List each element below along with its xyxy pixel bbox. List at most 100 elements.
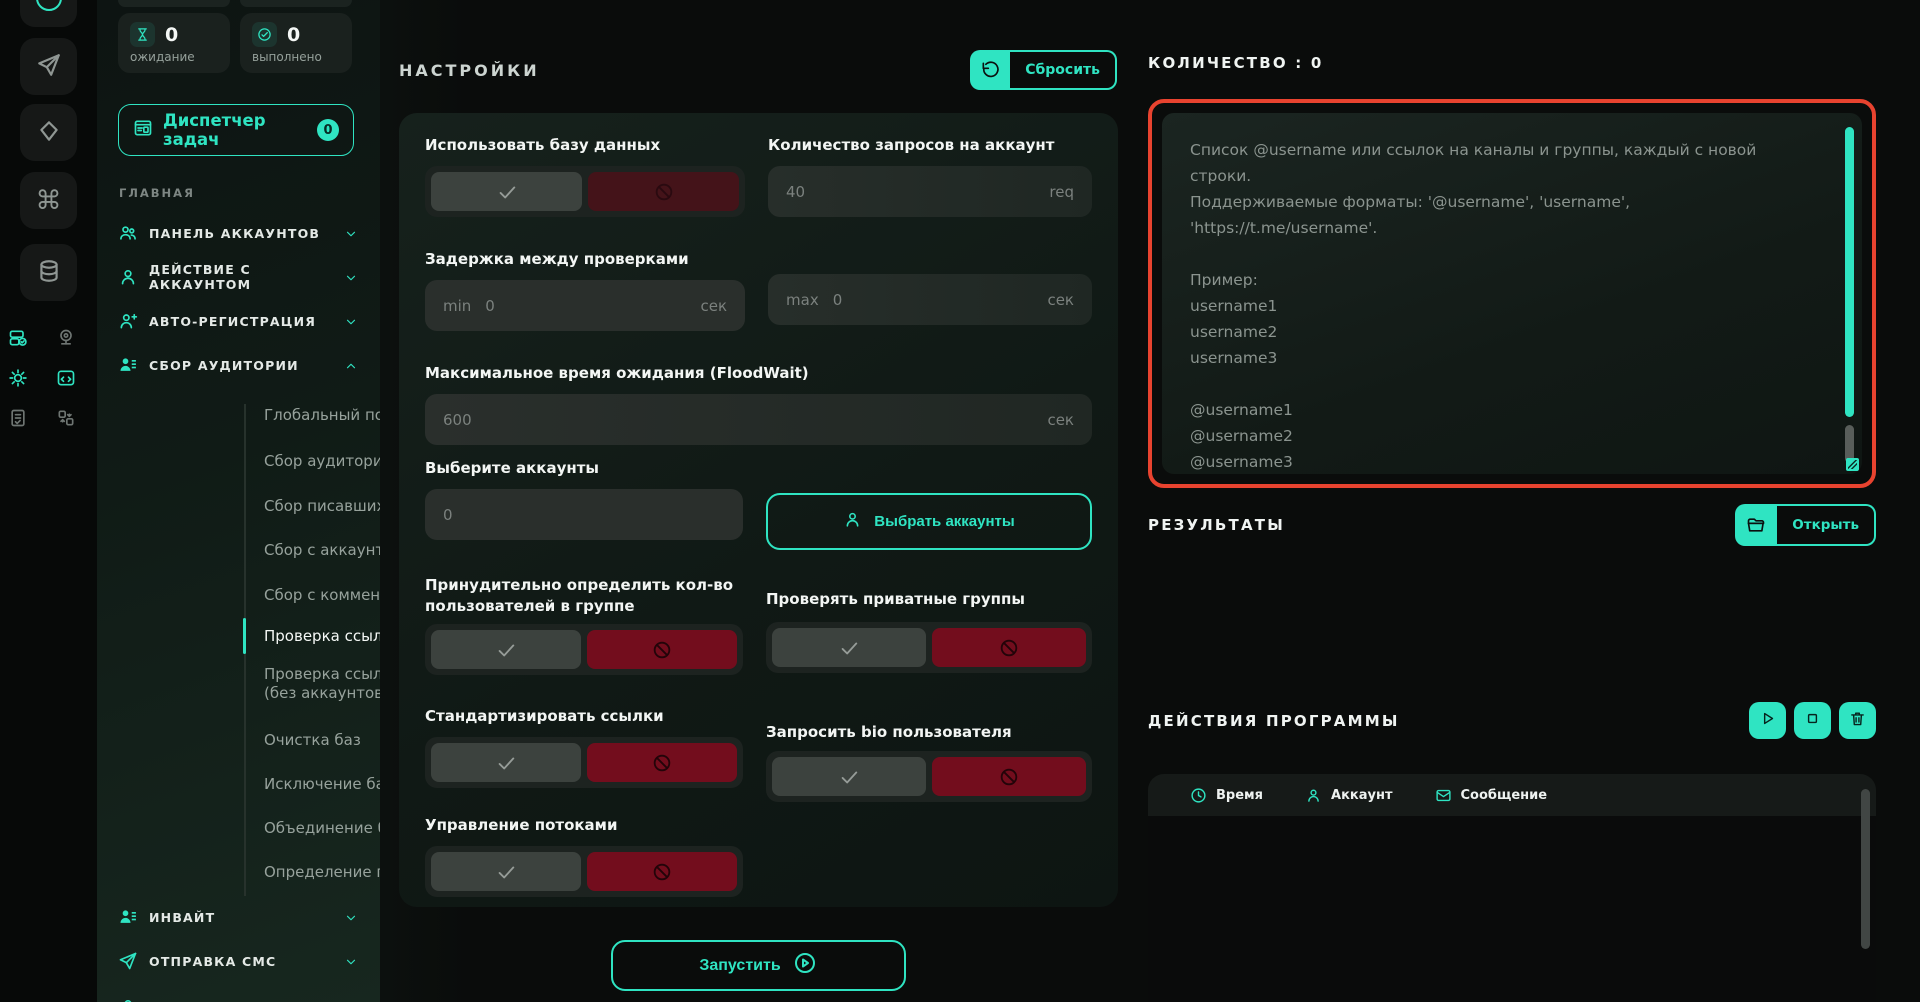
max-prefix: max <box>786 291 819 309</box>
server-check-icon[interactable] <box>8 328 28 348</box>
submenu-item-from-comments[interactable]: Сбор с комментариев <box>264 586 380 605</box>
database-button[interactable] <box>20 244 77 301</box>
task-manager-label: Диспетчер задач <box>163 111 307 149</box>
delay-max-value: 0 <box>833 291 843 309</box>
person-icon <box>1305 787 1322 804</box>
check-private-label: Проверять приватные группы <box>766 589 1092 610</box>
usernames-textarea[interactable]: Список @username или ссылок на каналы и … <box>1162 113 1862 474</box>
requests-label: Количество запросов на аккаунт <box>768 135 1092 156</box>
log-column-time: Время <box>1190 787 1263 804</box>
chevron-down-icon <box>344 226 358 240</box>
threads-toggle[interactable] <box>425 846 743 897</box>
resize-grip[interactable] <box>1846 458 1859 471</box>
delay-max-input[interactable]: max 0 сек <box>768 274 1092 325</box>
log-column-account: Аккаунт <box>1305 787 1392 804</box>
requests-value: 40 <box>786 183 805 201</box>
webcam-icon[interactable] <box>56 328 76 348</box>
open-results-button[interactable]: Открыть <box>1735 505 1876 545</box>
toggle-no-option[interactable] <box>587 630 737 669</box>
check-private-toggle[interactable] <box>766 622 1092 673</box>
log-header-row: Время Аккаунт Сообщение <box>1148 774 1876 816</box>
toggle-no-option[interactable] <box>587 852 737 891</box>
submenu-item-collect-audience[interactable]: Сбор аудитории <box>264 452 380 471</box>
cutoff-card <box>118 0 230 7</box>
sidebar-item-auto-registration[interactable]: АВТО-РЕГИСТРАЦИЯ <box>118 308 358 334</box>
send-button[interactable] <box>20 38 77 95</box>
submenu-item-exclude-bases[interactable]: Исключение баз <box>264 775 380 794</box>
icon-rail: ⌘ <box>0 0 97 1002</box>
sidebar-item-audience-collection[interactable]: СБОР АУДИТОРИИ <box>118 352 358 378</box>
toggle-no-option[interactable] <box>932 757 1086 796</box>
task-manager-button[interactable]: Диспетчер задач 0 <box>118 104 354 156</box>
run-button[interactable]: Запустить <box>611 940 906 991</box>
textarea-scrollbar-track[interactable] <box>1845 127 1854 417</box>
home-button[interactable] <box>20 0 77 27</box>
sidebar-item-label: ДЕЙСТВИЕ С АККАУНТОМ <box>149 262 333 292</box>
toggle-yes-option[interactable] <box>431 630 581 669</box>
command-button[interactable]: ⌘ <box>20 172 77 229</box>
play-button[interactable] <box>1749 702 1786 739</box>
program-actions-title: ДЕЙСТВИЯ ПРОГРАММЫ <box>1148 712 1400 730</box>
sidebar-item-invite[interactable]: ИНВАЙТ <box>118 904 358 930</box>
clear-log-button[interactable] <box>1839 702 1876 739</box>
toggle-yes-option[interactable] <box>431 172 582 211</box>
log-scrollbar-thumb[interactable] <box>1861 789 1870 949</box>
stats-cards: 0 ожидание 0 выполнено <box>118 13 352 73</box>
sidebar-item-account-actions[interactable]: ДЕЙСТВИЕ С АККАУНТОМ <box>118 264 358 290</box>
sidebar-item-send-sms[interactable]: ОТПРАВКА СМС <box>118 948 358 974</box>
accounts-count-input[interactable]: 0 <box>425 489 743 540</box>
use-db-toggle[interactable] <box>425 166 745 217</box>
submenu-item-check-links-no-accounts[interactable]: Проверка ссылок (без аккаунтов) <box>264 665 380 703</box>
submenu-item-from-account[interactable]: Сбор с аккаунта <box>264 541 380 560</box>
submenu-item-clean-bases[interactable]: Очистка баз <box>264 731 380 750</box>
delay-min-input[interactable]: min 0 сек <box>425 280 745 331</box>
submenu-item-global-search[interactable]: Глобальный поиск <box>264 406 380 425</box>
floodwait-value: 600 <box>443 411 472 429</box>
diamond-button[interactable] <box>20 104 77 161</box>
sidebar-item-accounts-panel[interactable]: ПАНЕЛЬ АККАУНТОВ <box>118 220 358 246</box>
toggle-yes-option[interactable] <box>772 757 926 796</box>
stop-button[interactable] <box>1794 702 1831 739</box>
accounts-count-value: 0 <box>443 506 453 524</box>
document-check-icon[interactable] <box>8 408 28 428</box>
toggle-no-option[interactable] <box>588 172 739 211</box>
submenu-item-check-links[interactable]: Проверка ссылок <box>264 627 380 646</box>
submenu-item-merge-bases[interactable]: Объединение баз <box>264 819 380 838</box>
cutoff-card <box>240 0 352 7</box>
rotate-ccw-icon <box>970 50 1010 90</box>
toggle-no-option[interactable] <box>587 743 737 782</box>
settings-col-right: Количество запросов на аккаунт 40 req ma… <box>768 135 1092 331</box>
usernames-placeholder: Список @username или ссылок на каналы и … <box>1190 137 1816 474</box>
chevron-down-icon <box>344 954 358 968</box>
reset-button[interactable]: Сбросить <box>970 50 1117 90</box>
toggle-no-option[interactable] <box>932 628 1086 667</box>
req-suffix: req <box>1049 183 1074 201</box>
app-root: ⌘ 0 ожидание <box>0 0 1920 1002</box>
results-title: РЕЗУЛЬТАТЫ <box>1148 516 1285 534</box>
sidebar-item-label: ОТПРАВКА СМС <box>149 954 333 969</box>
trash-icon <box>1849 710 1866 731</box>
person-icon <box>118 997 138 1002</box>
requests-input[interactable]: 40 req <box>768 166 1092 217</box>
sidebar-item-label: СБОР АУДИТОРИИ <box>149 358 333 373</box>
paper-plane-icon <box>36 52 62 82</box>
standardize-label: Стандартизировать ссылки <box>425 706 743 727</box>
settings-title: НАСТРОЙКИ <box>399 61 540 80</box>
toggle-yes-option[interactable] <box>431 743 581 782</box>
program-log-panel: Время Аккаунт Сообщение <box>1148 774 1876 1002</box>
code-window-icon[interactable] <box>56 368 76 388</box>
standardize-toggle[interactable] <box>425 737 743 788</box>
toggle-yes-option[interactable] <box>431 852 581 891</box>
request-bio-toggle[interactable] <box>766 751 1092 802</box>
floodwait-input[interactable]: 600 сек <box>425 394 1092 445</box>
toggle-yes-option[interactable] <box>772 628 926 667</box>
section-label-main: ГЛАВНАЯ <box>119 186 195 200</box>
select-accounts-button[interactable]: Выбрать аккаунты <box>766 493 1092 550</box>
submenu-item-chat-writers[interactable]: Сбор писавших в чат <box>264 497 380 516</box>
submenu-item-gender-detect[interactable]: Определение пола <box>264 863 380 882</box>
check-circle-icon <box>252 22 277 47</box>
force-count-toggle[interactable] <box>425 624 743 675</box>
swap-icon[interactable] <box>56 408 76 428</box>
gear-icon[interactable] <box>8 368 28 388</box>
person-plus-icon <box>118 311 138 331</box>
